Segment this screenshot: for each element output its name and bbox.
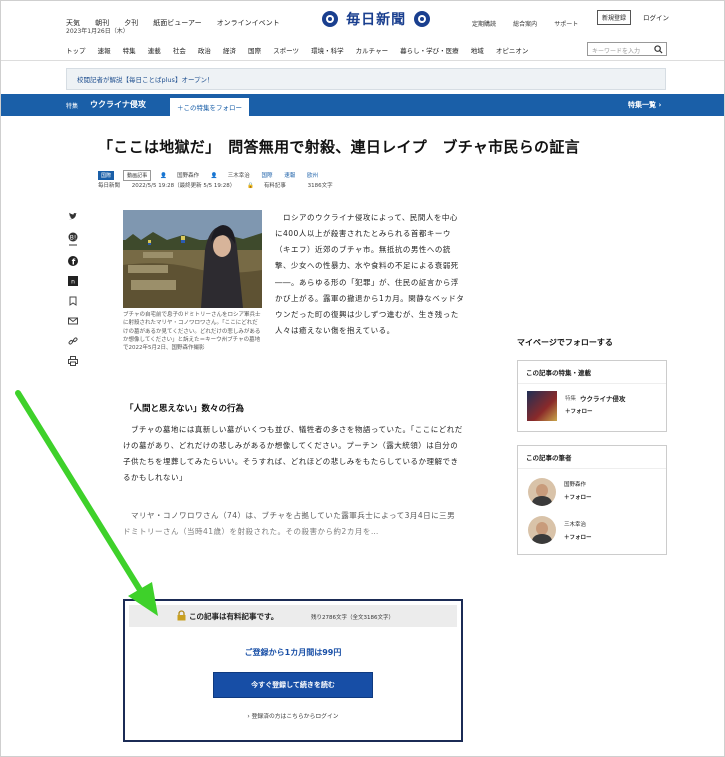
green-arrow-annotation xyxy=(15,390,158,616)
